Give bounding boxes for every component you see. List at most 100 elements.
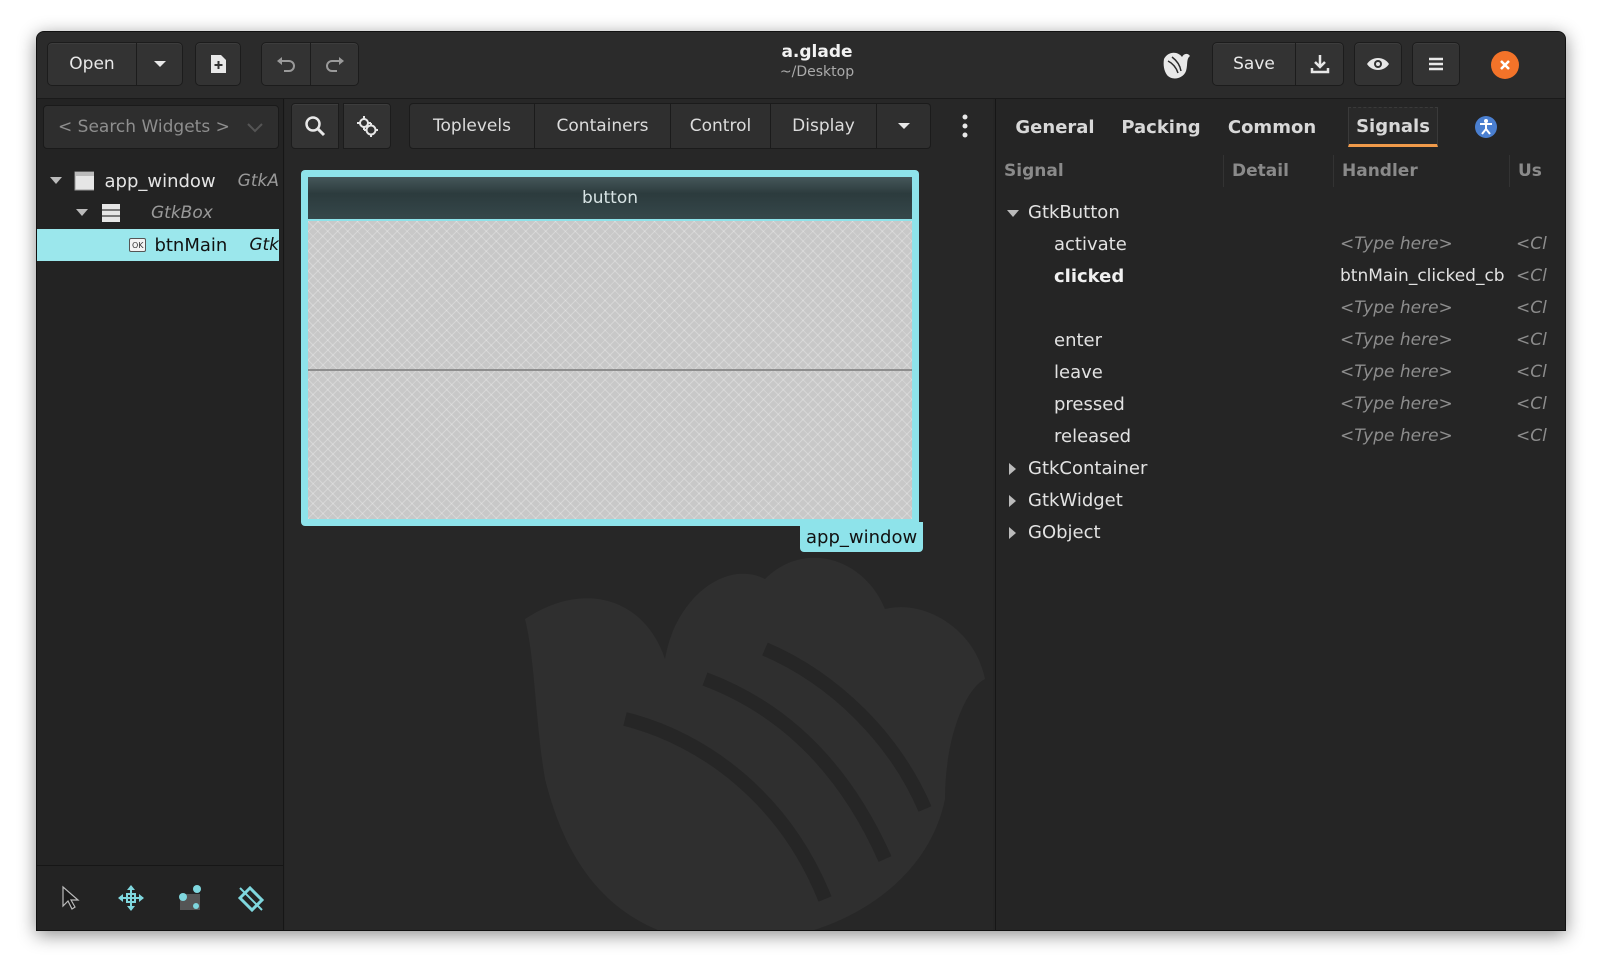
signal-row[interactable]: activate <Type here> <Cl — [996, 229, 1565, 261]
tab-general[interactable]: General — [1010, 107, 1100, 147]
design-canvas: Toplevels Containers Control Display but… — [285, 99, 993, 930]
toplevel-name-label: app_window — [800, 522, 924, 552]
tree-item-app-window[interactable]: app_window GtkA — [37, 165, 279, 197]
signal-group-row[interactable]: GtkContainer — [996, 453, 1565, 485]
search-widgets-input[interactable]: < Search Widgets > — [43, 105, 279, 149]
undo-button[interactable] — [261, 42, 311, 86]
signal-row[interactable]: <Type here> <Cl — [996, 293, 1565, 325]
redo-button[interactable] — [311, 42, 359, 86]
tab-label: General — [1015, 116, 1095, 138]
select-tool[interactable] — [53, 880, 89, 916]
redo-icon — [325, 57, 344, 72]
accessibility-icon — [1475, 116, 1497, 138]
expander-down-icon[interactable] — [1006, 209, 1020, 219]
expander-right-icon[interactable] — [1008, 494, 1018, 508]
user-data-field[interactable]: <Cl — [1516, 394, 1547, 414]
tab-label: Control — [689, 116, 752, 136]
alignment-edit-tool[interactable] — [233, 880, 269, 916]
widget-tree-panel: < Search Widgets > app_window GtkA GtkBo… — [37, 99, 284, 930]
tab-toplevels[interactable]: Toplevels — [409, 103, 535, 149]
user-data-field[interactable]: <Cl — [1516, 234, 1547, 254]
signal-row[interactable]: clicked btnMain_clicked_cb <Cl — [996, 261, 1565, 293]
signal-name: clicked — [1054, 266, 1125, 287]
preview-button[interactable] — [1354, 42, 1402, 86]
accessibility-tab[interactable] — [1474, 115, 1498, 139]
signal-group-row[interactable]: GObject — [996, 517, 1565, 549]
new-file-button[interactable] — [195, 42, 241, 86]
margin-edit-tool[interactable] — [173, 880, 209, 916]
signal-row[interactable]: enter <Type here> <Cl — [996, 325, 1565, 357]
tab-common[interactable]: Common — [1224, 107, 1320, 147]
gtkbox-preview[interactable]: button — [308, 177, 912, 519]
handler-field[interactable]: <Type here> — [1340, 234, 1453, 254]
column-header-user-data[interactable]: Us — [1510, 155, 1565, 187]
column-label: Signal — [1004, 161, 1064, 181]
tree-item-btnmain[interactable]: OK btnMain Gtk — [37, 229, 279, 261]
open-button[interactable]: Open — [47, 42, 137, 86]
tree-item-type: GtkA — [237, 171, 279, 191]
preview-button-label: button — [581, 188, 639, 208]
alignment-icon — [237, 885, 265, 912]
user-data-field[interactable]: <Cl — [1516, 426, 1547, 446]
handler-field[interactable]: <Type here> — [1340, 298, 1453, 318]
expander-right-icon[interactable] — [1008, 526, 1018, 540]
tab-display[interactable]: Display — [771, 103, 877, 149]
handler-field[interactable]: <Type here> — [1340, 426, 1453, 446]
overflow-menu-button[interactable] — [945, 103, 985, 149]
chevron-down-icon — [153, 61, 166, 67]
tab-label: Display — [792, 116, 855, 136]
user-data-field[interactable]: <Cl — [1516, 362, 1547, 382]
tab-signals[interactable]: Signals — [1348, 107, 1438, 147]
expander-down-icon[interactable] — [75, 208, 89, 218]
open-dropdown-button[interactable] — [137, 42, 183, 86]
save-as-button[interactable] — [1296, 42, 1344, 86]
save-button[interactable]: Save — [1212, 42, 1296, 86]
expander-right-icon[interactable] — [1008, 462, 1018, 476]
signal-group-name: GtkButton — [1028, 202, 1120, 223]
handler-field[interactable]: <Type here> — [1340, 330, 1453, 350]
palette-more-dropdown[interactable] — [877, 103, 931, 149]
custom-widgets-button[interactable] — [343, 103, 391, 149]
box-slot-divider — [308, 369, 912, 371]
expander-down-icon[interactable] — [49, 176, 62, 186]
user-data-field[interactable]: <Cl — [1516, 266, 1547, 286]
eye-icon — [1367, 58, 1389, 70]
column-header-detail[interactable]: Detail — [1224, 155, 1334, 187]
tree-item-gtkbox[interactable]: GtkBox — [37, 197, 279, 229]
tab-control[interactable]: Control — [671, 103, 771, 149]
vertical-dots-icon — [962, 114, 968, 138]
column-header-signal[interactable]: Signal — [996, 155, 1224, 187]
column-header-handler[interactable]: Handler — [1334, 155, 1510, 187]
tab-containers[interactable]: Containers — [535, 103, 671, 149]
signal-group-row[interactable]: GtkButton — [996, 197, 1565, 229]
main-menu-button[interactable] — [1412, 42, 1460, 86]
widget-search-button[interactable] — [291, 103, 339, 149]
user-data-field[interactable]: <Cl — [1516, 330, 1547, 350]
tab-label: Containers — [556, 116, 649, 136]
glade-logo-icon — [1158, 47, 1194, 83]
hamburger-menu-icon — [1429, 57, 1443, 71]
handler-field[interactable]: <Type here> — [1340, 362, 1453, 382]
user-data-field[interactable]: <Cl — [1516, 298, 1547, 318]
preview-button-widget[interactable]: button — [308, 177, 912, 221]
drag-resize-tool[interactable] — [113, 880, 149, 916]
signal-row[interactable]: leave <Type here> <Cl — [996, 357, 1565, 389]
signal-name: released — [1054, 426, 1132, 447]
glade-window: Open a.glade ~/Desktop Save < Search Wid… — [36, 31, 1566, 931]
toplevel-preview[interactable]: button — [301, 170, 919, 526]
signal-name: pressed — [1054, 394, 1125, 415]
tab-packing[interactable]: Packing — [1116, 107, 1206, 147]
open-label: Open — [69, 54, 115, 74]
handler-field[interactable]: <Type here> — [1340, 394, 1453, 414]
tab-label: Packing — [1121, 116, 1201, 138]
tree-item-type: Gtk — [249, 235, 279, 255]
signal-row[interactable]: pressed <Type here> <Cl — [996, 389, 1565, 421]
handler-field[interactable]: btnMain_clicked_cb — [1340, 266, 1505, 286]
pointer-icon — [62, 885, 80, 910]
close-button[interactable] — [1491, 51, 1519, 79]
signal-row[interactable]: released <Type here> <Cl — [996, 421, 1565, 453]
button-widget-icon: OK — [129, 238, 147, 252]
signal-group-row[interactable]: GtkWidget — [996, 485, 1565, 517]
tab-label: Signals — [1356, 115, 1430, 137]
signal-group-name: GtkWidget — [1028, 490, 1123, 511]
